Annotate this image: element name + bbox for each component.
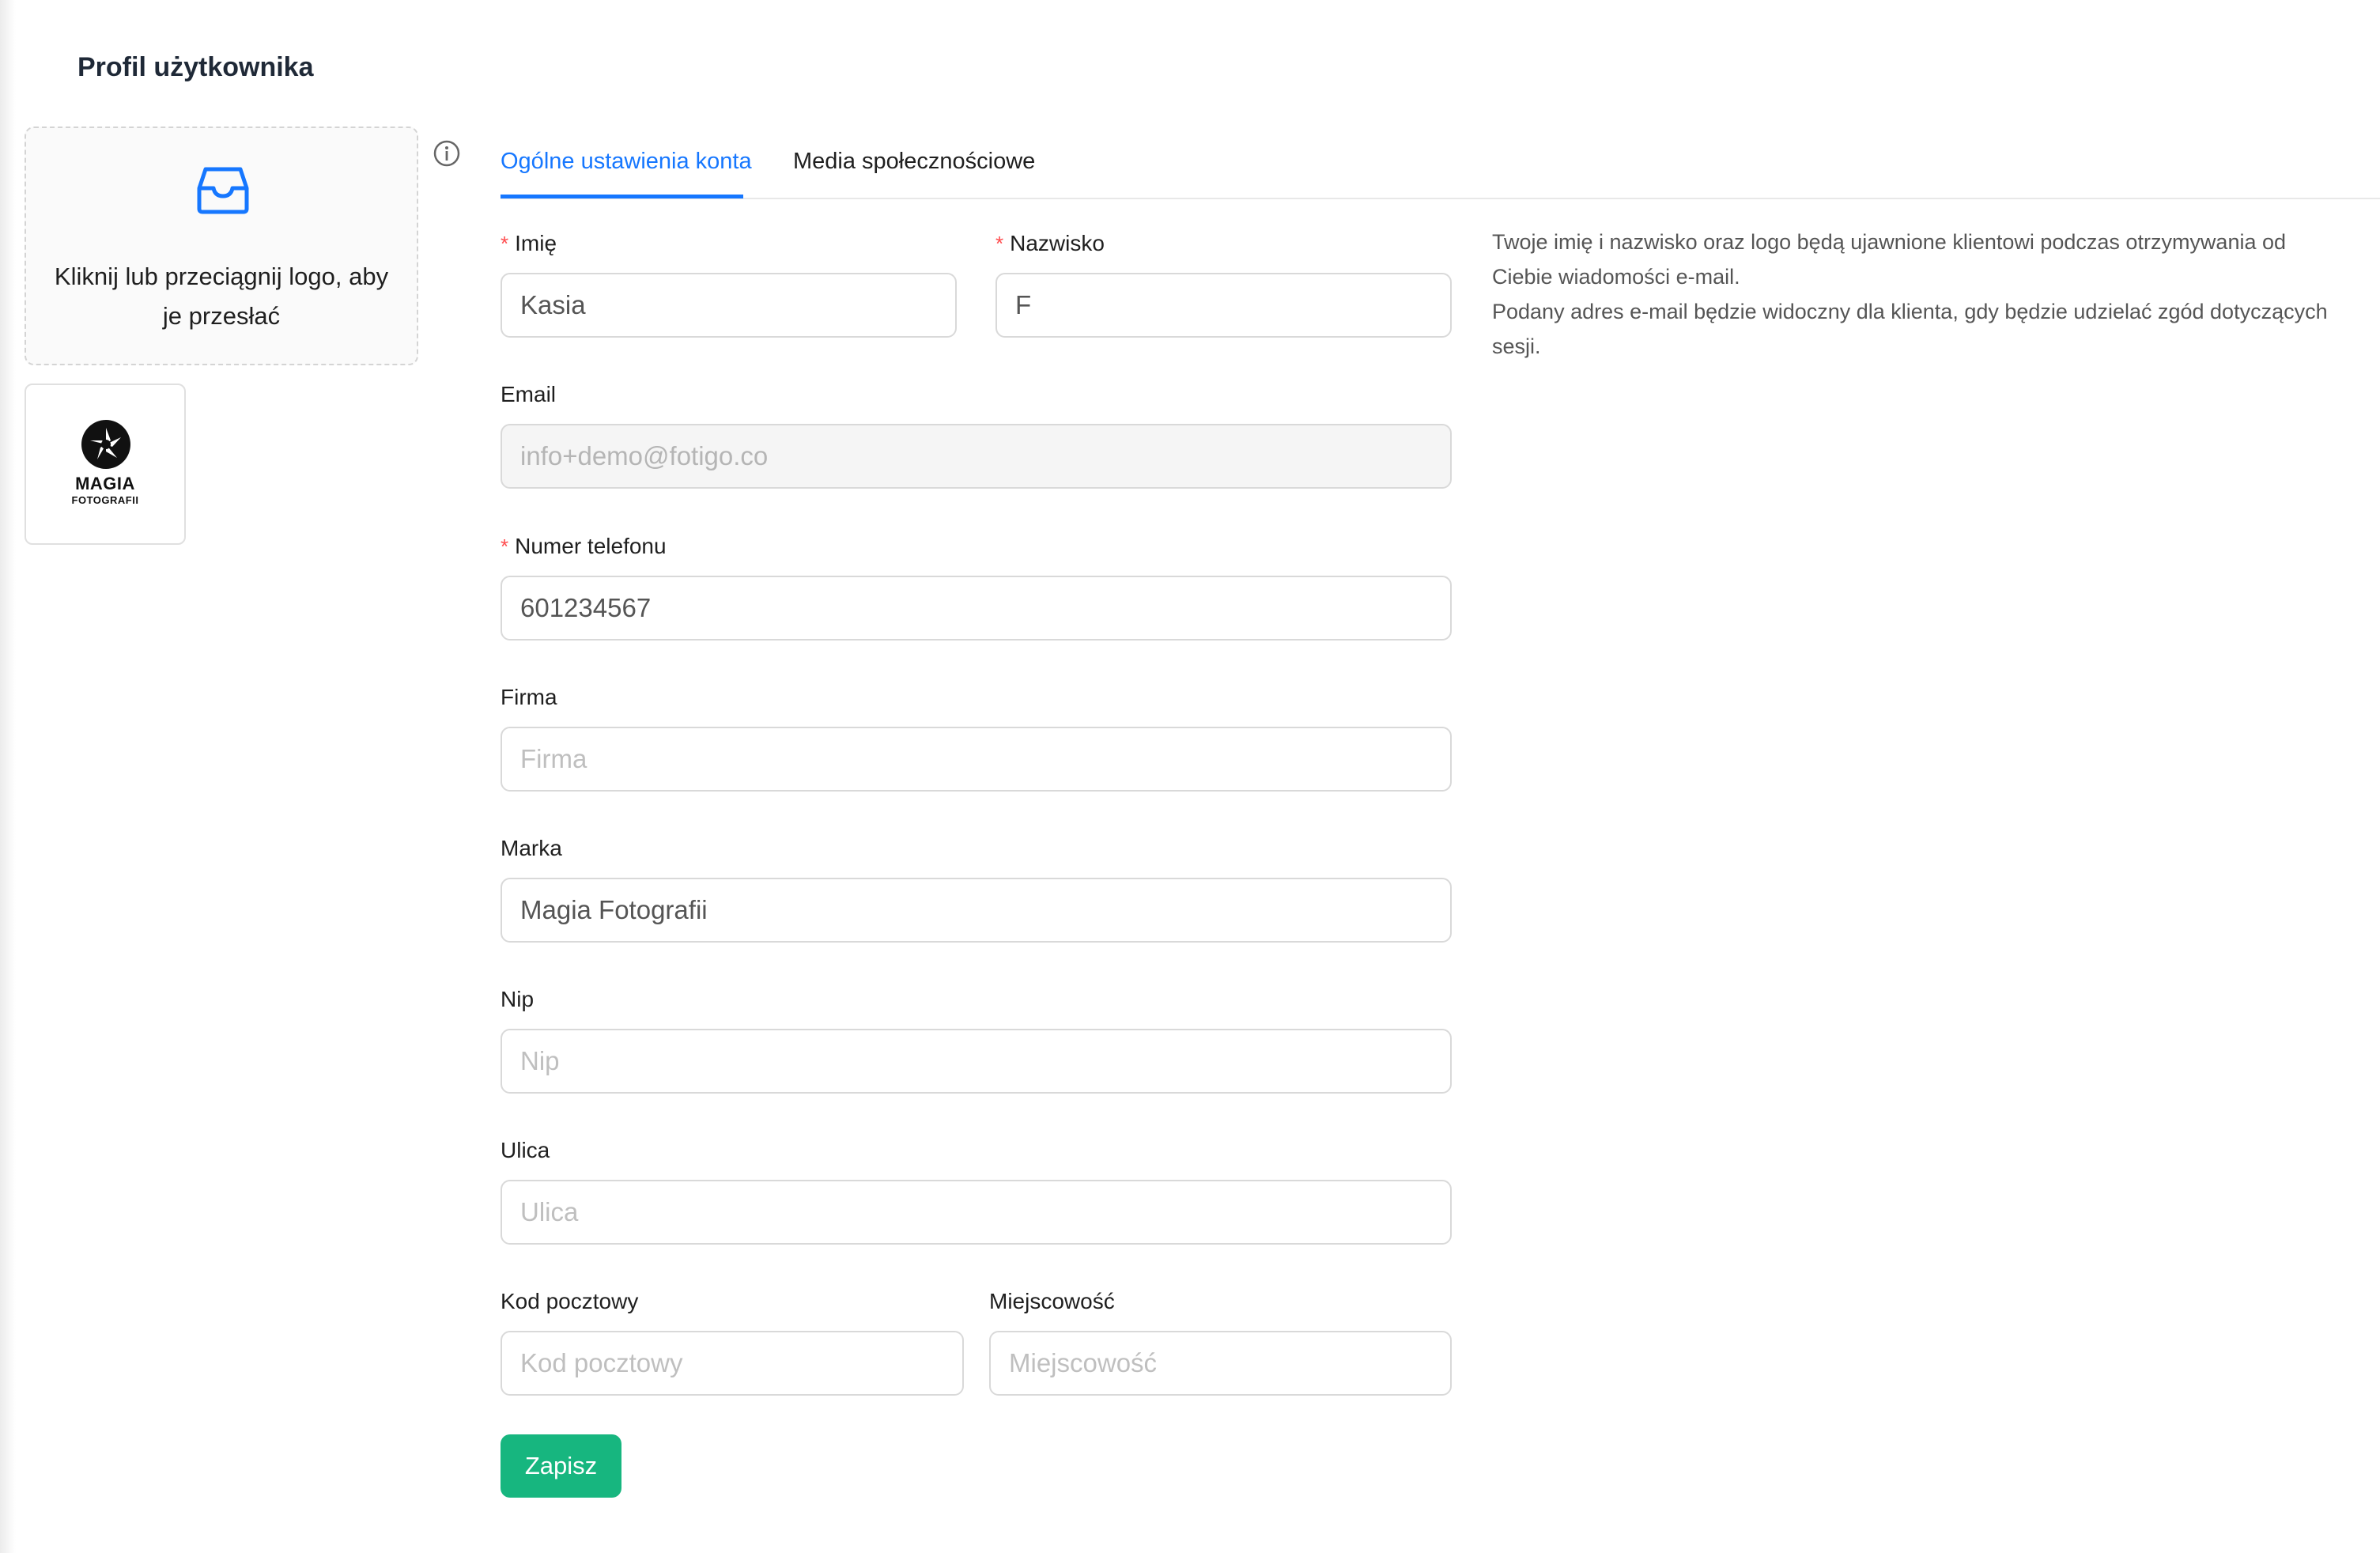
required-marker: * — [501, 535, 509, 558]
active-tab-indicator — [501, 195, 743, 198]
inbox-icon — [197, 167, 249, 214]
tabs-divider — [501, 198, 2380, 199]
info-note-line-1: Twoje imię i nazwisko oraz logo będą uja… — [1492, 230, 2287, 289]
street-label: Ulica — [501, 1138, 550, 1162]
save-button[interactable]: Zapisz — [501, 1434, 621, 1498]
logo-subtitle: FOTOGRAFII — [71, 494, 139, 506]
phone-label: * Numer telefonu — [501, 534, 667, 559]
city-label: Miejscowość — [989, 1289, 1115, 1313]
phone-input[interactable] — [501, 576, 1452, 640]
first-name-label-text: Imię — [515, 231, 557, 255]
first-name-input[interactable] — [501, 273, 957, 338]
page-title: Profil użytkownika — [77, 52, 314, 82]
logo-upload-dropzone[interactable]: Kliknij lub przeciągnij logo, aby je prz… — [25, 127, 418, 365]
last-name-label: * Nazwisko — [995, 231, 1105, 256]
required-marker: * — [501, 232, 509, 255]
brand-label: Marka — [501, 836, 562, 860]
last-name-input[interactable] — [995, 273, 1452, 338]
postal-code-label: Kod pocztowy — [501, 1289, 639, 1313]
company-label: Firma — [501, 685, 557, 709]
nip-label: Nip — [501, 987, 535, 1011]
logo-name: MAGIA — [75, 474, 135, 493]
email-field — [501, 424, 1452, 489]
last-name-label-text: Nazwisko — [1010, 231, 1105, 255]
street-input[interactable] — [501, 1180, 1452, 1245]
phone-label-text: Numer telefonu — [515, 534, 667, 558]
camera-aperture-icon — [81, 420, 130, 469]
logo-thumbnail[interactable]: MAGIA FOTOGRAFII — [25, 384, 186, 545]
city-input[interactable] — [989, 1331, 1452, 1396]
email-label: Email — [501, 382, 557, 406]
tab-general-settings[interactable]: Ogólne ustawienia konta — [501, 149, 752, 175]
postal-code-input[interactable] — [501, 1331, 964, 1396]
profile-info-note: Twoje imię i nazwisko oraz logo będą uja… — [1492, 225, 2346, 364]
left-edge-shadow — [0, 0, 16, 1553]
info-note-line-2: Podany adres e-mail będzie widoczny dla … — [1492, 300, 2328, 358]
company-input[interactable] — [501, 727, 1452, 792]
upload-instructions: Kliknij lub przeciągnij logo, aby je prz… — [54, 263, 389, 330]
tab-social-media[interactable]: Media społecznościowe — [793, 149, 1035, 175]
brand-input[interactable] — [501, 878, 1452, 943]
info-circle-icon[interactable] — [433, 139, 461, 168]
nip-input[interactable] — [501, 1029, 1452, 1094]
required-marker: * — [995, 232, 1004, 255]
first-name-label: * Imię — [501, 231, 557, 256]
